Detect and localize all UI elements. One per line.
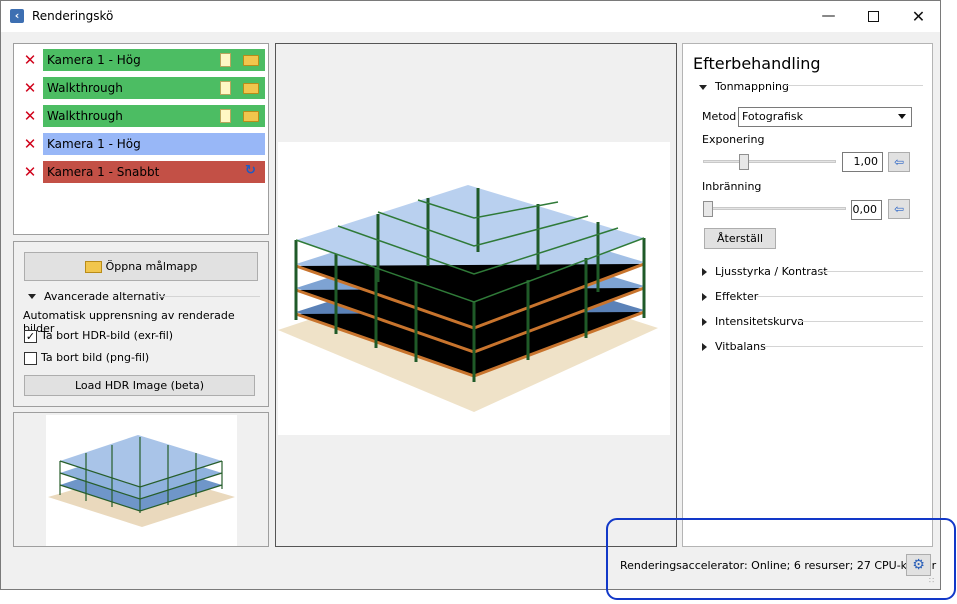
render-queue-list[interactable]: ✕ Kamera 1 - Hög ✕ Walkthrough ✕ Walkthr…	[13, 43, 269, 235]
queue-item[interactable]: ✕ Kamera 1 - Hög	[17, 133, 265, 155]
queue-item-label: Walkthrough	[47, 109, 123, 123]
open-folder-button[interactable]: Öppna målmapp	[24, 252, 258, 281]
minimize-icon: —	[821, 8, 836, 24]
chevron-down-icon[interactable]	[28, 294, 36, 299]
check-icon: ✓	[25, 330, 36, 343]
burn-input[interactable]: 0,00	[851, 200, 882, 220]
folder-icon[interactable]	[243, 83, 259, 94]
folder-icon[interactable]	[243, 111, 259, 122]
method-select[interactable]: Fotografisk	[738, 107, 912, 127]
clipboard-icon[interactable]	[220, 109, 231, 123]
warehouse-thumbnail	[48, 435, 235, 527]
render-queue-window: ‹ Renderingskö — ✕ ✕ Kamera 1 - Hög ✕ Wa…	[0, 0, 941, 590]
options-panel: Öppna målmapp Avancerade alternativ Auto…	[13, 241, 269, 407]
divider	[158, 296, 260, 297]
queue-item-bar[interactable]: Walkthrough	[43, 77, 265, 99]
method-value: Fotografisk	[742, 110, 803, 123]
exposure-slider-thumb[interactable]	[739, 154, 749, 170]
burn-slider-track[interactable]	[703, 207, 846, 210]
exposure-label: Exponering	[702, 133, 765, 146]
divider	[765, 346, 923, 347]
queue-item-label: Kamera 1 - Hög	[47, 137, 141, 151]
post-processing-title: Efterbehandling	[693, 54, 821, 73]
folder-icon	[84, 261, 102, 273]
queue-item-bar[interactable]: Kamera 1 - Hög	[43, 133, 265, 155]
chevron-down-icon[interactable]	[699, 85, 707, 90]
remove-icon[interactable]: ✕	[23, 162, 37, 182]
chevron-right-icon[interactable]	[702, 293, 707, 301]
render-preview-panel	[275, 43, 677, 547]
minimize-button[interactable]: —	[806, 1, 851, 32]
burn-slider-thumb[interactable]	[703, 201, 713, 217]
delete-png-label: Ta bort bild (png-fil)	[41, 351, 150, 364]
thumbnail-panel	[13, 412, 269, 547]
burn-label: Inbränning	[702, 180, 762, 193]
title-bar[interactable]: ‹ Renderingskö — ✕	[1, 1, 940, 32]
queue-item-label: Kamera 1 - Snabbt	[47, 165, 160, 179]
exposure-input[interactable]: 1,00	[842, 152, 883, 172]
burn-apply-button[interactable]: ⇦	[888, 199, 910, 219]
divider	[757, 296, 923, 297]
remove-icon[interactable]: ✕	[23, 50, 37, 70]
clipboard-icon[interactable]	[220, 81, 231, 95]
advanced-options-toggle[interactable]: Avancerade alternativ	[44, 290, 165, 303]
chevron-right-icon[interactable]	[702, 343, 707, 351]
open-folder-label: Öppna målmapp	[105, 260, 198, 273]
queue-item-bar[interactable]: Walkthrough	[43, 105, 265, 127]
divider	[819, 271, 923, 272]
remove-icon[interactable]: ✕	[23, 78, 37, 98]
method-label: Metod	[702, 110, 737, 123]
divider	[787, 85, 923, 86]
queue-item[interactable]: ✕ Kamera 1 - Snabbt ↻	[17, 161, 265, 183]
maximize-button[interactable]	[851, 1, 896, 32]
load-hdr-button[interactable]: Load HDR Image (beta)	[24, 375, 255, 396]
exposure-slider-track[interactable]	[703, 160, 836, 163]
folder-icon[interactable]	[243, 55, 259, 66]
post-processing-panel: Efterbehandling Tonmappning Metod Fotogr…	[682, 43, 933, 547]
queue-item-bar[interactable]: Kamera 1 - Hög	[43, 49, 265, 71]
window-title: Renderingskö	[32, 9, 114, 23]
delete-hdr-checkbox[interactable]: ✓	[24, 330, 37, 343]
arrow-left-icon: ⇦	[893, 202, 905, 216]
dropdown-arrow-icon	[898, 114, 906, 119]
delete-png-checkbox[interactable]	[24, 352, 37, 365]
section-white-balance[interactable]: Vitbalans	[715, 340, 766, 353]
queue-item-label: Kamera 1 - Hög	[47, 53, 141, 67]
maximize-icon	[868, 10, 879, 22]
section-brightness-contrast[interactable]: Ljusstyrka / Kontrast	[715, 265, 828, 278]
queue-item[interactable]: ✕ Kamera 1 - Hög	[17, 49, 265, 71]
chevron-right-icon[interactable]	[702, 318, 707, 326]
section-intensity-curve[interactable]: Intensitetskurva	[715, 315, 804, 328]
reset-button[interactable]: Återställ	[704, 228, 776, 249]
queue-item[interactable]: ✕ Walkthrough	[17, 77, 265, 99]
thumbnail-image[interactable]	[46, 415, 237, 546]
warehouse-render	[278, 185, 658, 412]
section-effects[interactable]: Effekter	[715, 290, 758, 303]
clipboard-icon[interactable]	[220, 53, 231, 67]
remove-icon[interactable]: ✕	[23, 134, 37, 154]
remove-icon[interactable]: ✕	[23, 106, 37, 126]
delete-hdr-label: Ta bort HDR-bild (exr-fil)	[41, 329, 174, 342]
refresh-icon[interactable]: ↻	[245, 164, 259, 178]
queue-item-label: Walkthrough	[47, 81, 123, 95]
render-image[interactable]	[278, 142, 670, 435]
exposure-apply-button[interactable]: ⇦	[888, 152, 910, 172]
chevron-right-icon[interactable]	[702, 268, 707, 276]
app-icon: ‹	[10, 9, 24, 23]
status-highlight-outline	[606, 518, 956, 600]
queue-item[interactable]: ✕ Walkthrough	[17, 105, 265, 127]
close-icon: ✕	[911, 7, 926, 26]
tonemapping-header[interactable]: Tonmappning	[715, 80, 789, 93]
divider	[797, 321, 923, 322]
close-button[interactable]: ✕	[896, 1, 941, 32]
queue-item-bar[interactable]: Kamera 1 - Snabbt ↻	[43, 161, 265, 183]
arrow-left-icon: ⇦	[893, 155, 905, 169]
